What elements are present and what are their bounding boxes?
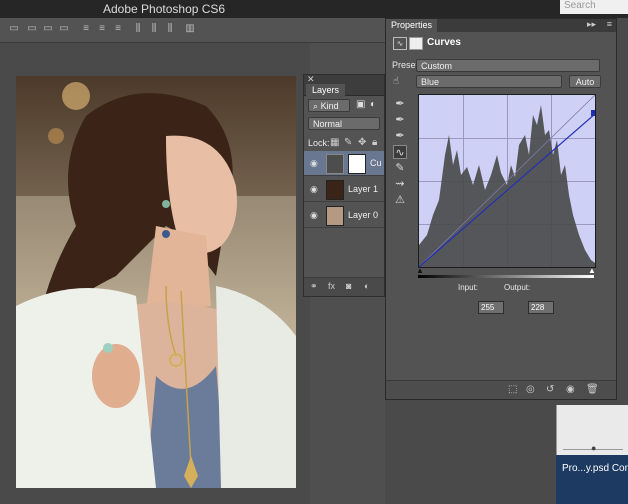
visibility-eye-icon[interactable]: ◉ — [566, 384, 575, 395]
curve-point-tool-icon[interactable]: ∿ — [393, 145, 407, 159]
channel-dropdown[interactable]: Blue — [416, 75, 562, 88]
document-preview-area: ● — [556, 405, 628, 460]
collapse-icon[interactable]: ▸▸ — [587, 19, 596, 30]
distribute-top-icon[interactable]: ≡ — [80, 23, 92, 35]
sample-black-point-icon[interactable]: ✒ — [393, 97, 407, 111]
mask-icon[interactable] — [409, 37, 423, 50]
curves-graph[interactable] — [418, 94, 596, 268]
output-label: Output: — [504, 283, 531, 292]
align-bottom-icon[interactable]: ▭ — [42, 23, 54, 35]
properties-panel-header: Properties ▸▸ ≡ — [386, 19, 616, 32]
visibility-eye-icon[interactable]: ◉ — [310, 184, 318, 195]
channel-value: Blue — [421, 77, 440, 87]
layer-style-icon[interactable]: fx — [328, 281, 335, 291]
distribute-left-icon[interactable]: ⫼ — [132, 23, 144, 35]
layer-filter-value: Kind — [320, 101, 339, 111]
black-point-slider-icon[interactable]: ▲ — [416, 266, 424, 275]
zoom-slider-handle[interactable]: ● — [591, 443, 596, 453]
layer-name: Layer 0 — [348, 210, 379, 220]
distribute-bottom-icon[interactable]: ≡ — [112, 23, 124, 35]
clip-to-layer-icon[interactable]: ⬚ — [508, 384, 517, 395]
lock-pixels-icon[interactable]: ▦ — [330, 137, 339, 148]
trash-icon[interactable]: 🗑︎ — [586, 384, 599, 395]
output-value-field[interactable]: 228 — [528, 301, 554, 314]
auto-align-icon[interactable]: ▥ — [184, 23, 196, 35]
auto-button-label: Auto — [575, 77, 595, 87]
document-tab-bar: Pro...y.psd Con... — [556, 455, 628, 504]
reset-icon[interactable]: ↺ — [546, 384, 554, 395]
curves-adjustment-icon — [326, 154, 344, 174]
preset-dropdown[interactable]: Custom — [416, 59, 600, 72]
adjustment-filter-icon[interactable]: ◐ — [370, 99, 376, 110]
align-left-icon[interactable]: ▭ — [58, 23, 70, 35]
properties-panel-footer: ⬚ ◎ ↺ ◉ 🗑︎ — [386, 380, 616, 399]
layer-row-layer0[interactable]: ◉ Layer 0 — [304, 203, 384, 228]
preset-value: Custom — [421, 61, 453, 71]
image-filter-icon[interactable]: ▣ — [356, 99, 365, 110]
curve-point — [591, 110, 595, 116]
layer-name: Layer 1 — [348, 184, 379, 194]
layer-name: Cu — [370, 158, 382, 168]
portrait-illustration — [16, 82, 296, 488]
target-adjust-hand-icon[interactable]: ☝ — [393, 76, 399, 87]
distribute-hcenter-icon[interactable]: ⫼ — [148, 23, 160, 35]
layers-panel: ✕ Layers ⌕ Kind ▣ ◐ Normal Lock: ▦ ✎ ✥ 🔒… — [303, 74, 385, 297]
add-mask-icon[interactable]: ◙ — [346, 281, 351, 291]
distribute-right-icon[interactable]: ⫼ — [164, 23, 176, 35]
sample-white-point-icon[interactable]: ✒ — [393, 129, 407, 143]
gradient-bar — [418, 275, 594, 278]
photo-image — [16, 76, 296, 488]
lock-brush-icon[interactable]: ✎ — [344, 137, 352, 148]
adjustment-title: Curves — [427, 37, 461, 48]
layer-thumbnail — [326, 206, 344, 226]
search-icon: ⌕ — [313, 101, 319, 111]
layer-row-curves[interactable]: ◉ Cu — [304, 151, 384, 176]
auto-button[interactable]: Auto — [569, 75, 601, 88]
curves-plot — [419, 95, 595, 267]
layer-filter-dropdown[interactable]: ⌕ Kind — [308, 99, 350, 112]
align-vcenter-icon[interactable]: ▭ — [26, 23, 38, 35]
align-top-icon[interactable]: ▭ — [8, 23, 20, 35]
tab-layers[interactable]: Layers — [306, 84, 346, 96]
histogram — [419, 105, 595, 267]
new-adjustment-icon[interactable]: ◐ — [364, 281, 369, 291]
blend-mode-value: Normal — [313, 119, 343, 129]
sample-gray-point-icon[interactable]: ✒ — [393, 113, 407, 127]
pencil-draw-icon[interactable]: ✎ — [393, 161, 407, 175]
app-title: Adobe Photoshop CS6 — [103, 2, 226, 16]
layer-mask-thumbnail — [348, 154, 366, 174]
view-previous-state-icon[interactable]: ◎ — [526, 384, 535, 395]
histogram-warning-icon[interactable]: ⚠ — [393, 193, 407, 207]
layers-panel-footer: ⚭ fx ◙ ◐ — [304, 277, 384, 296]
blend-mode-dropdown[interactable]: Normal — [308, 117, 380, 130]
link-layers-icon[interactable]: ⚭ — [310, 281, 318, 292]
smooth-curve-icon[interactable]: ⇝ — [393, 177, 407, 191]
document-tab-title[interactable]: Pro...y.psd Con... — [562, 463, 628, 474]
input-value-field[interactable]: 255 — [478, 301, 504, 314]
distribute-vcenter-icon[interactable]: ≡ — [96, 23, 108, 35]
lock-all-icon[interactable]: 🔒︎ — [372, 137, 377, 148]
input-label: Input: — [458, 283, 479, 292]
visibility-eye-icon[interactable]: ◉ — [310, 210, 318, 221]
layer-thumbnail — [326, 180, 344, 200]
layer-row-layer1[interactable]: ◉ Layer 1 — [304, 177, 384, 202]
lock-move-icon[interactable]: ✥ — [358, 137, 366, 148]
lock-label: Lock: — [308, 138, 330, 148]
search-input[interactable]: Search — [560, 0, 628, 14]
curves-adjustment-icon: ∿ — [393, 37, 407, 50]
panel-menu-icon[interactable]: ≡ — [607, 19, 612, 29]
title-bar: Adobe Photoshop CS6 — [0, 0, 628, 18]
white-point-slider-icon[interactable]: ▲ — [588, 266, 596, 275]
tab-properties[interactable]: Properties — [386, 19, 438, 32]
visibility-eye-icon[interactable]: ◉ — [310, 158, 318, 169]
layers-panel-header: ✕ Layers — [304, 74, 384, 96]
